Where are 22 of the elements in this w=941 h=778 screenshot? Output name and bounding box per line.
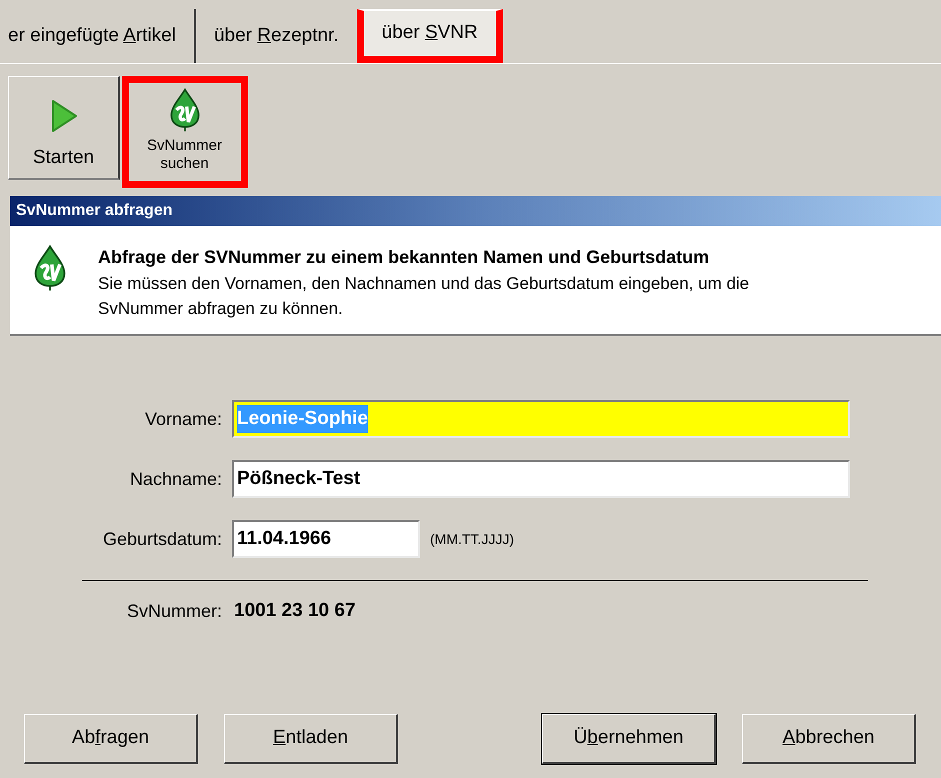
toolbar-button[interactable]: Starten — [8, 76, 120, 180]
dialog-button[interactable]: Abfragen — [24, 714, 198, 764]
info-text: Sie müssen den Vornamen, den Nachnamen und das Geburtsdatum eingeben, um die SvNummer abfragen zu können. — [98, 273, 750, 320]
leaf-icon — [168, 86, 202, 132]
tab[interactable]: er eingefügte Artikel — [8, 9, 196, 63]
field-label: Geburtsdatum: — [102, 528, 222, 550]
result-value: 1001 23 10 67 — [234, 599, 356, 623]
input-field[interactable]: 11.04.1966 — [232, 520, 420, 558]
input-field[interactable]: Pößneck-Test — [232, 460, 850, 498]
tab[interactable]: über SVNR — [356, 9, 503, 63]
field-label: Vorname: — [144, 408, 222, 430]
result-label: SvNummer: — [126, 600, 222, 623]
info-heading: Abfrage der SVNummer zu einem bekannten Namen und Geburtsdatum — [98, 246, 710, 269]
leaf-icon — [32, 244, 68, 292]
dialog-button[interactable]: Entladen — [224, 714, 398, 764]
panel-title-bar: SvNummer abfragen — [10, 196, 941, 226]
dialog-button[interactable]: Übernehmen — [542, 714, 716, 764]
date-format-hint: (MM.TT.JJJJ) — [430, 530, 514, 549]
toolbar-button[interactable]: SvNummer suchen — [122, 76, 248, 188]
field-label: Nachname: — [128, 468, 222, 490]
tab[interactable]: über Rezeptnr. — [196, 9, 357, 63]
dialog-button[interactable]: Abbrechen — [742, 714, 916, 764]
